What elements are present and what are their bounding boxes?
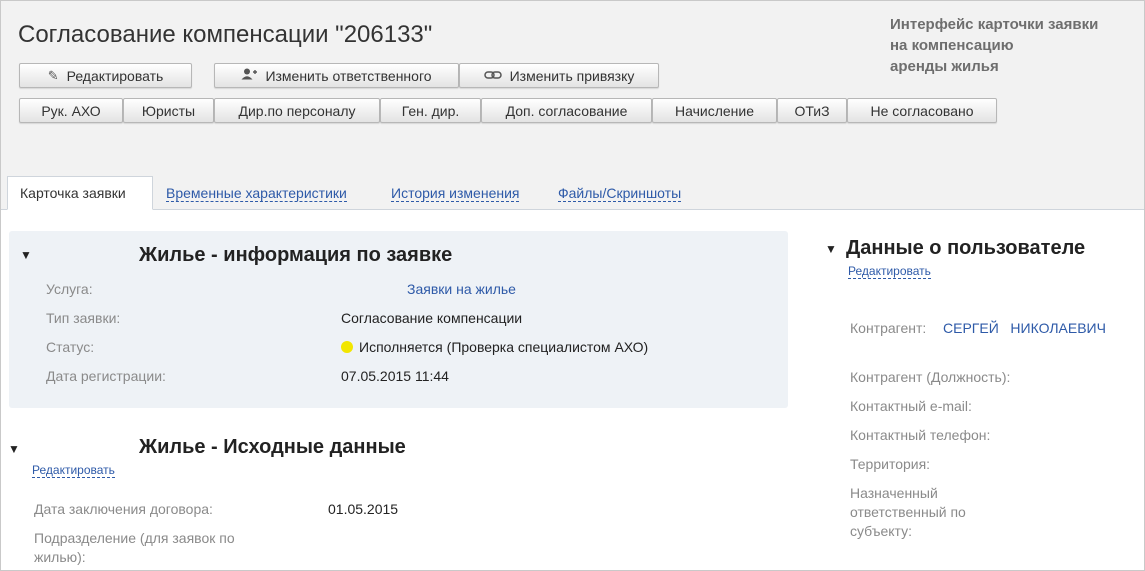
tab-time-characteristics[interactable]: Временные характеристики [166,176,347,210]
change-responsible-label: Изменить ответственного [265,67,432,84]
edit-button[interactable]: ✎ Редактировать [19,63,192,88]
change-responsible-button[interactable]: Изменить ответственного [214,63,459,88]
edit-button-label: Редактировать [66,67,164,84]
contact-email-label: Контактный e-mail: [850,398,972,414]
subdivision-label: Подразделение (для заявок по жилью): [34,530,235,565]
registration-date-value: 07.05.2015 11:44 [341,368,449,384]
approval-button-aho[interactable]: Рук. АХО [19,98,123,123]
approval-button-otiz[interactable]: ОТиЗ [777,98,847,123]
tab-change-history[interactable]: История изменения [391,176,520,210]
collapse-arrow-icon[interactable]: ▼ [825,242,837,256]
status-value: Исполняется (Проверка специалистом АХО) [341,339,648,355]
contract-date-value: 01.05.2015 [328,501,399,517]
collapse-arrow-icon[interactable]: ▼ [20,248,32,262]
link-icon [483,68,502,83]
service-value[interactable]: Заявки на жилье [407,281,516,297]
tab-label: История изменения [391,184,520,202]
collapse-arrow-icon[interactable]: ▼ [8,442,20,456]
approval-button-hr-director[interactable]: Дир.по персоналу [214,98,380,123]
approval-button-not-approved[interactable]: Не согласовано [847,98,997,123]
request-info-title: Жилье - информация по заявке [139,244,453,266]
page-title: Согласование компенсации "206133" [18,21,433,48]
add-user-icon [241,68,258,83]
approval-button-accrual[interactable]: Начисление [652,98,777,123]
status-label: Статус: [46,339,95,355]
pencil-icon: ✎ [47,67,59,83]
approval-button-additional[interactable]: Доп. согласование [481,98,652,123]
approval-button-general-director[interactable]: Ген. дир. [380,98,481,123]
header-area: Согласование компенсации "206133" Интерф… [1,1,1144,210]
tab-request-card[interactable]: Карточка заявки [7,176,153,210]
assigned-responsible-label: Назначенный ответственный по субъекту: [850,485,966,539]
request-card-window: Согласование компенсации "206133" Интерф… [0,0,1145,571]
tab-files-screenshots[interactable]: Файлы/Скриншоты [558,176,682,210]
contract-date-label: Дата заключения договора: [34,501,213,517]
tab-label: Временные характеристики [166,184,347,202]
annotation-line: аренды жилья [890,58,999,75]
contractor-position-label: Контрагент (Должность): [850,369,1011,385]
contact-phone-label: Контактный телефон: [850,427,991,443]
change-binding-label: Изменить привязку [509,67,635,84]
annotation-line: на компенсацию [890,37,1014,54]
tab-label: Карточка заявки [20,185,126,201]
change-binding-button[interactable]: Изменить привязку [459,63,659,88]
annotation-line: Интерфейс карточки заявки [890,16,1099,33]
user-data-title: Данные о пользователе [846,237,1086,259]
request-type-label: Тип заявки: [46,310,121,326]
status-indicator-icon [341,341,353,353]
contractor-label: Контрагент: [850,320,927,336]
user-data-edit-link[interactable]: Редактировать [848,264,931,279]
tab-label: Файлы/Скриншоты [558,184,682,202]
request-info-panel: ▼ Жилье - информация по заявке Услуга: З… [9,231,788,408]
status-text: Исполняется (Проверка специалистом АХО) [359,339,649,355]
tab-bar: Карточка заявки Временные характеристики… [1,176,1144,210]
annotation-note: Интерфейс карточки заявки на компенсацию… [890,14,1140,77]
source-data-edit-link[interactable]: Редактировать [32,463,115,478]
service-label: Услуга: [46,281,93,297]
request-type-value: Согласование компенсации [341,310,523,326]
source-data-title: Жилье - Исходные данные [139,436,406,458]
approval-button-lawyers[interactable]: Юристы [123,98,214,123]
territory-label: Территория: [850,456,931,472]
registration-date-label: Дата регистрации: [46,368,166,384]
contractor-value[interactable]: СЕРГЕЙ НИКОЛАЕВИЧ [943,320,1106,336]
